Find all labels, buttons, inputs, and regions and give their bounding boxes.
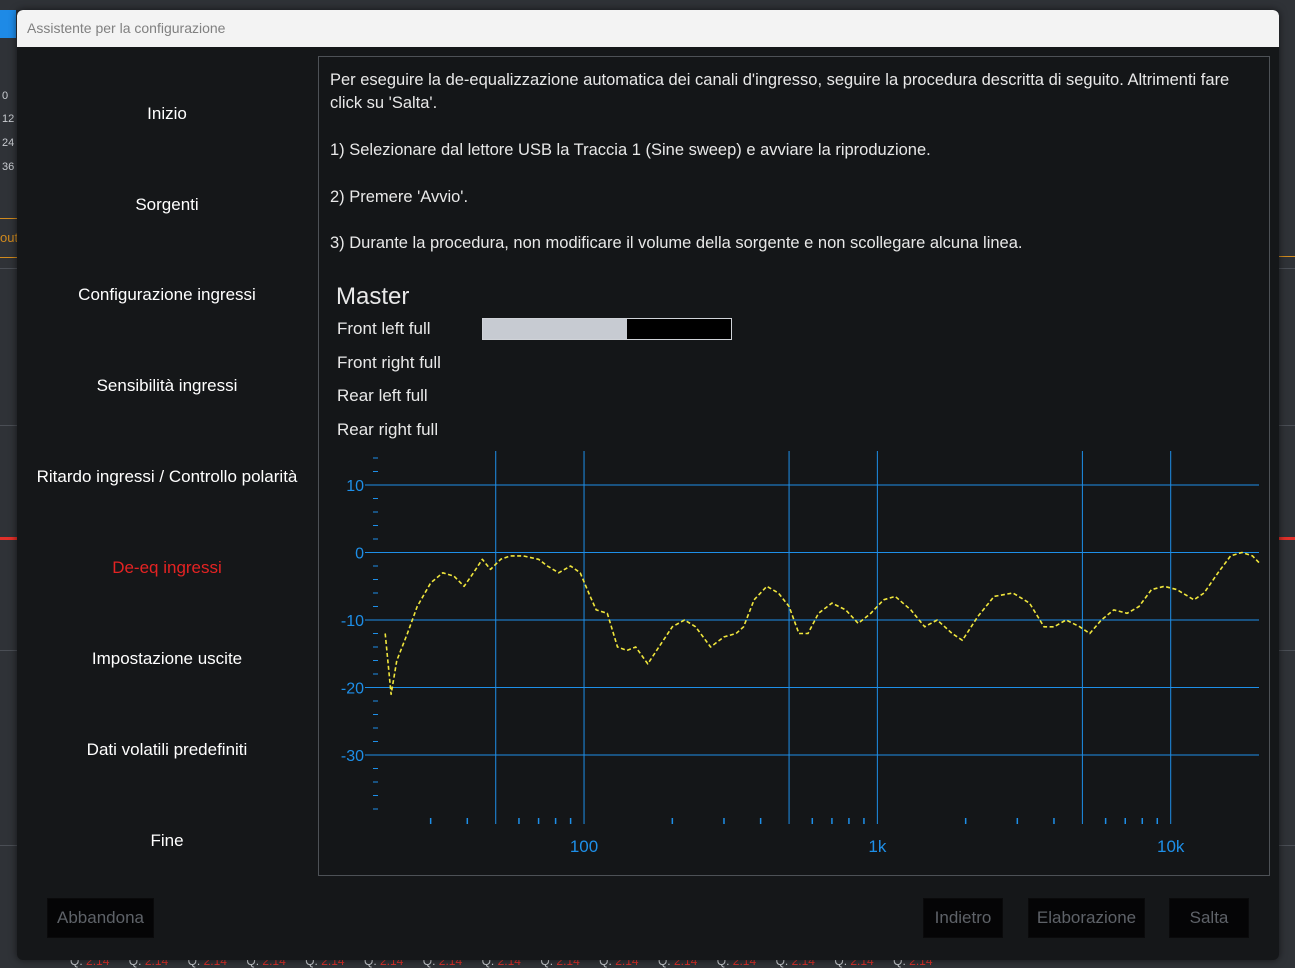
dialog-title: Assistente per la configurazione bbox=[27, 20, 226, 36]
background-orange-frame bbox=[1278, 50, 1295, 257]
step-inizio[interactable]: Inizio bbox=[17, 103, 317, 125]
configuration-wizard-dialog: Assistente per la configurazione Inizio … bbox=[17, 10, 1279, 960]
background-tick: 36 bbox=[2, 161, 15, 173]
background-tick: 12 bbox=[2, 113, 15, 125]
back-button[interactable]: Indietro bbox=[923, 898, 1003, 938]
step-dati-volatili[interactable]: Dati volatili predefiniti bbox=[17, 739, 317, 761]
x-tick-label: 10k bbox=[1157, 837, 1185, 856]
y-tick-label: -20 bbox=[341, 681, 364, 698]
step-sorgenti[interactable]: Sorgenti bbox=[17, 194, 317, 216]
y-tick-label: -10 bbox=[341, 613, 364, 630]
background-blue-tab bbox=[0, 10, 16, 38]
background-output-label: out bbox=[0, 218, 18, 258]
skip-button[interactable]: Salta bbox=[1169, 898, 1249, 938]
step-impostazione-uscite[interactable]: Impostazione uscite bbox=[17, 648, 317, 670]
abort-button[interactable]: Abbandona bbox=[47, 898, 154, 938]
background-red-line bbox=[1279, 537, 1295, 540]
process-button[interactable]: Elaborazione bbox=[1028, 898, 1145, 938]
step-sensibilita-ingressi[interactable]: Sensibilità ingressi bbox=[17, 375, 317, 397]
frequency-response-chart: 100-10-20-30100 1k 10k bbox=[341, 451, 1260, 856]
step-configurazione-ingressi[interactable]: Configurazione ingressi bbox=[17, 284, 317, 306]
background-tick: 0 bbox=[2, 90, 9, 102]
step-de-eq-ingressi[interactable]: De-eq ingressi bbox=[17, 557, 317, 579]
wizard-steps-list: Inizio Sorgenti Configurazione ingressi … bbox=[17, 56, 317, 876]
step-ritardo-ingressi[interactable]: Ritardo ingressi / Controllo polarità bbox=[17, 466, 317, 488]
x-tick-label: 100 bbox=[570, 837, 598, 856]
step-fine[interactable]: Fine bbox=[17, 830, 317, 852]
y-tick-label: 10 bbox=[346, 478, 364, 495]
y-tick-label: -30 bbox=[341, 748, 364, 765]
background-red-line bbox=[0, 537, 17, 540]
y-tick-label: 0 bbox=[355, 546, 364, 563]
x-tick-label: 1k bbox=[868, 837, 886, 856]
response-curve bbox=[384, 551, 1260, 696]
background-tick: 24 bbox=[2, 137, 15, 149]
title-bar[interactable]: Assistente per la configurazione bbox=[17, 10, 1279, 47]
content-panel: Per eseguire la de-equalizzazione automa… bbox=[318, 56, 1270, 876]
